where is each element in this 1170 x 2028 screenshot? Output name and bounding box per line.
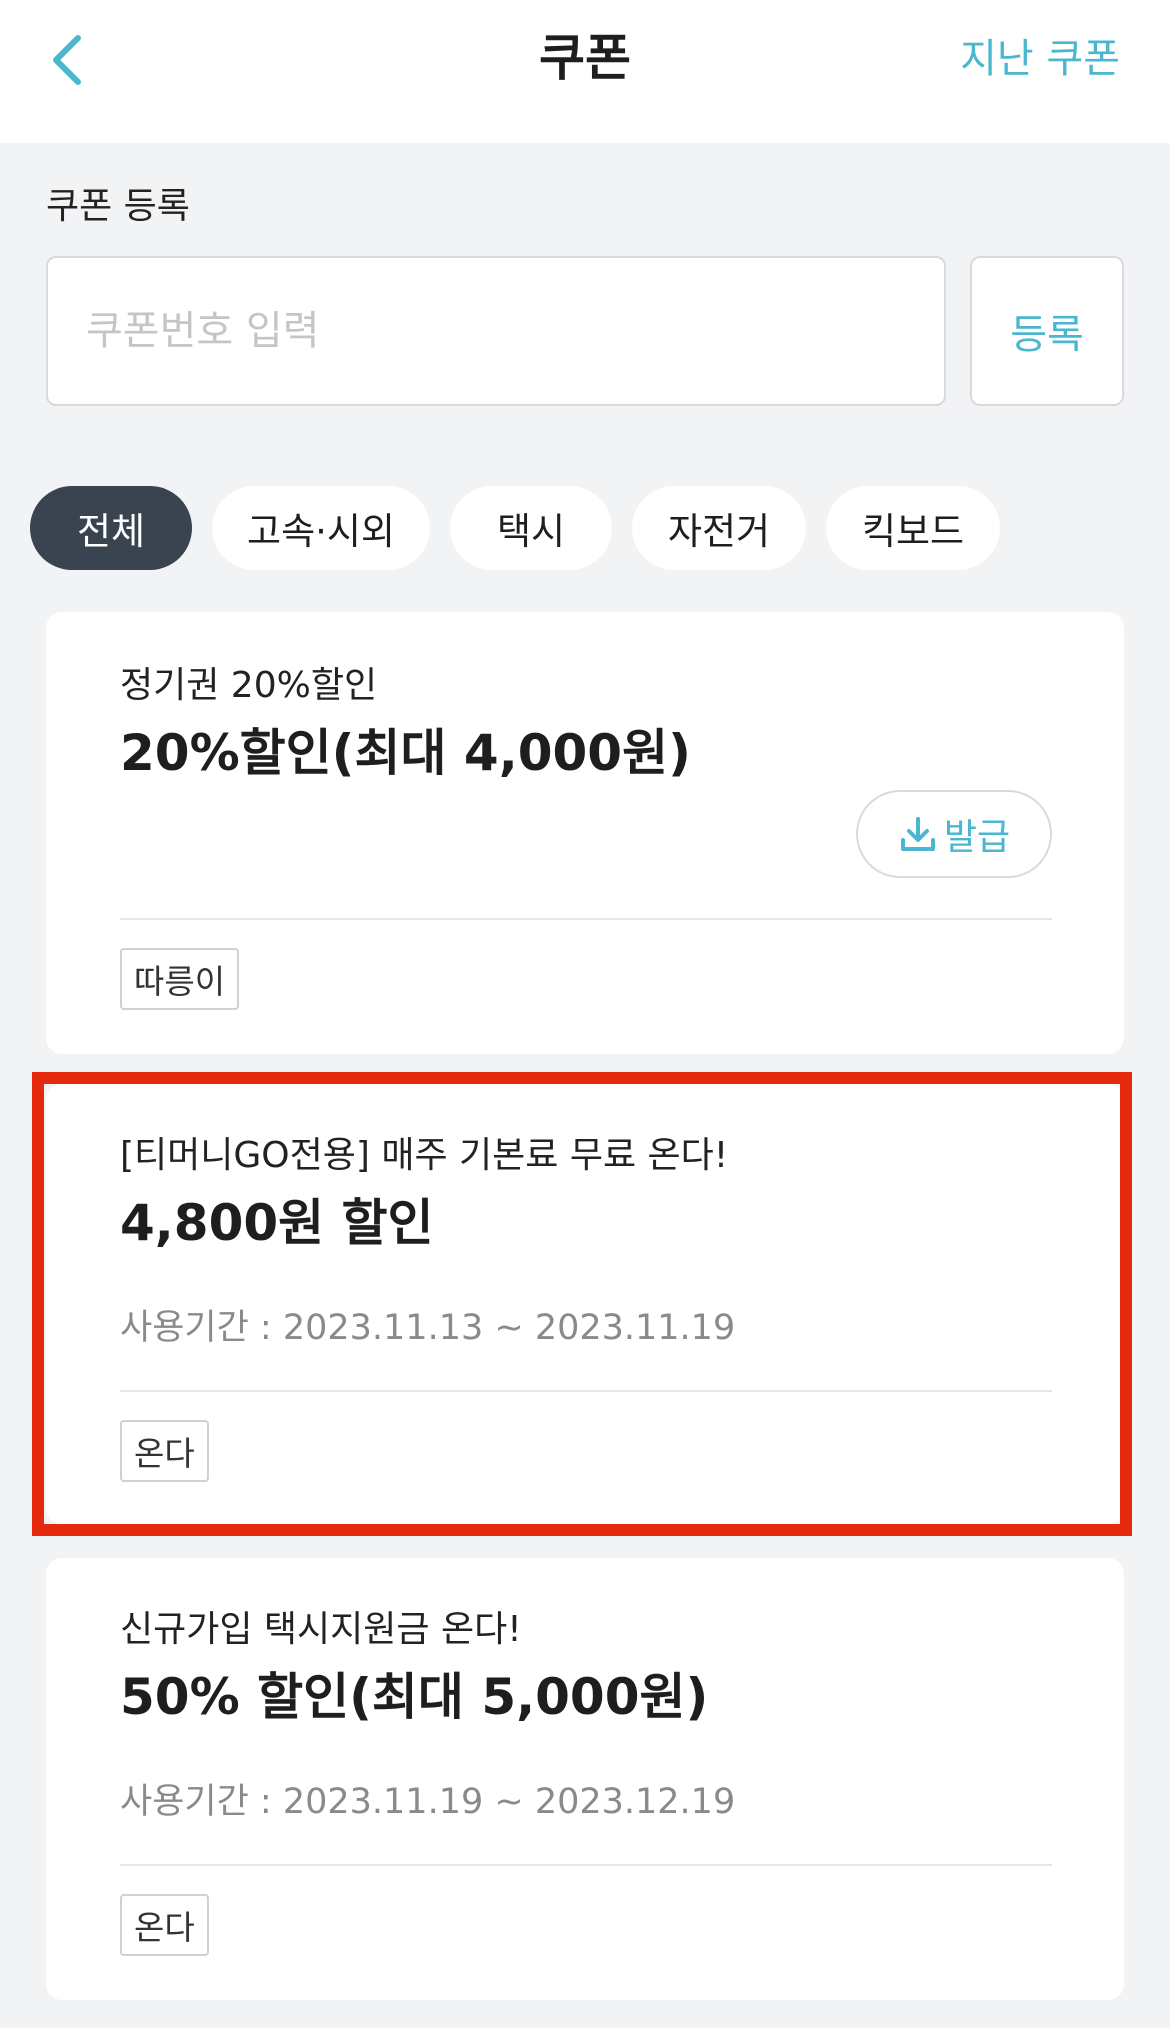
service-tag: 온다 xyxy=(120,1894,209,1956)
filter-chip-bicycle[interactable]: 자전거 xyxy=(632,486,806,570)
issue-coupon-button[interactable]: 발급 xyxy=(856,790,1052,878)
coupon-number-input[interactable] xyxy=(46,256,946,406)
coupon-subtitle: [티머니GO전용] 매주 기본료 무료 온다! xyxy=(120,1135,729,1176)
coupon-card[interactable]: 신규가입 택시지원금 온다! 50% 할인(최대 5,000원) 사용기간 : … xyxy=(46,1558,1124,2000)
header: 쿠폰 지난 쿠폰 xyxy=(0,0,1170,143)
coupon-register-label: 쿠폰 등록 xyxy=(46,186,190,227)
coupon-discount-title: 20%할인(최대 4,000원) xyxy=(120,724,691,782)
coupon-validity-period: 사용기간 : 2023.11.13 ~ 2023.11.19 xyxy=(120,1308,736,1348)
coupon-card[interactable]: 정기권 20%할인 20%할인(최대 4,000원) 발급 따릉이 xyxy=(46,612,1124,1054)
register-button[interactable]: 등록 xyxy=(970,256,1124,406)
divider xyxy=(120,1390,1052,1392)
issue-label: 발급 xyxy=(943,817,1011,858)
filter-chip-taxi[interactable]: 택시 xyxy=(450,486,612,570)
divider xyxy=(120,1864,1052,1866)
service-tag: 온다 xyxy=(120,1420,209,1482)
download-icon xyxy=(900,817,935,851)
filter-chip-all[interactable]: 전체 xyxy=(30,486,192,570)
past-coupons-link[interactable]: 지난 쿠폰 xyxy=(960,30,1120,88)
filter-chip-kickboard[interactable]: 킥보드 xyxy=(826,486,1000,570)
divider xyxy=(120,918,1052,920)
coupon-discount-title: 4,800원 할인 xyxy=(120,1194,434,1252)
coupon-subtitle: 신규가입 택시지원금 온다! xyxy=(120,1609,522,1650)
service-tag: 따릉이 xyxy=(120,948,240,1010)
coupon-subtitle: 정기권 20%할인 xyxy=(120,665,378,706)
category-filter-bar: 전체 고속·시외 택시 자전거 킥보드 xyxy=(30,486,1000,570)
coupon-discount-title: 50% 할인(최대 5,000원) xyxy=(120,1668,709,1726)
filter-chip-express-intercity[interactable]: 고속·시외 xyxy=(212,486,430,570)
coupon-card[interactable]: [티머니GO전용] 매주 기본료 무료 온다! 4,800원 할인 사용기간 :… xyxy=(46,1084,1124,1524)
coupon-validity-period: 사용기간 : 2023.11.19 ~ 2023.12.19 xyxy=(120,1782,736,1822)
